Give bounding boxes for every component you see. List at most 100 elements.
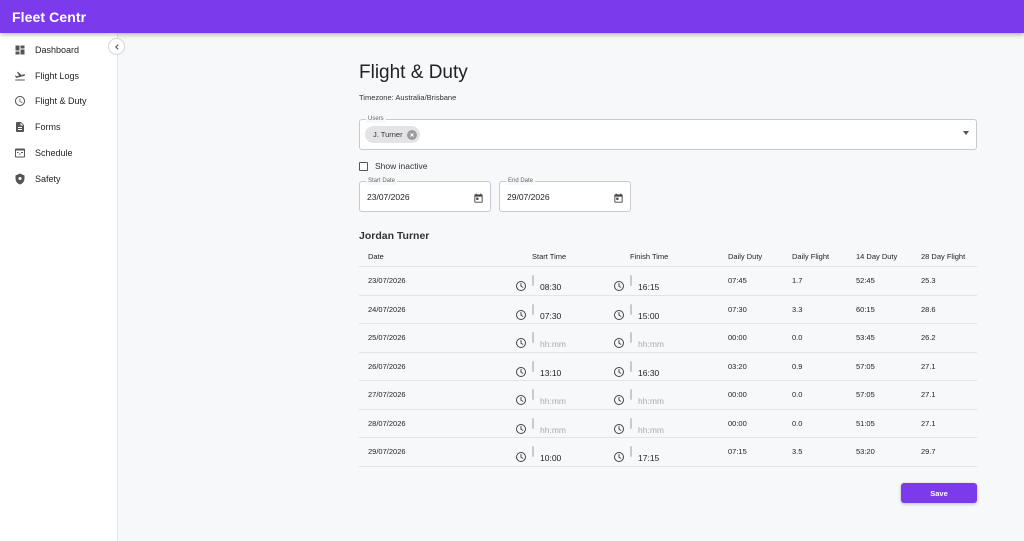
duty-14-day-cell: 51:05 xyxy=(856,418,875,428)
flight-28-day-cell: 27.1 xyxy=(921,361,936,371)
users-select[interactable]: Users J. Turner xyxy=(359,115,977,150)
save-button[interactable]: Save xyxy=(901,483,977,503)
date-cell: 26/07/2026 xyxy=(368,361,406,371)
clock-icon[interactable] xyxy=(613,337,625,349)
daily-flight-cell: 1.7 xyxy=(792,276,803,286)
sidebar-item-dashboard[interactable]: Dashboard xyxy=(0,37,117,63)
sidebar-item-safety[interactable]: Safety xyxy=(0,166,117,192)
daily-flight-cell: 3.3 xyxy=(792,304,803,314)
sidebar: Dashboard Flight Logs Flight & Duty Form… xyxy=(0,33,118,541)
duty-14-day-cell: 57:05 xyxy=(856,390,875,400)
flight-28-day-cell: 29.7 xyxy=(921,447,936,457)
show-inactive-checkbox[interactable] xyxy=(359,161,368,171)
table-row: 27/07/2026 hh:mm hh:mm 00:00 0.0 57:05 27.1 xyxy=(359,381,977,410)
clock-icon[interactable] xyxy=(613,451,625,463)
start-time-input[interactable]: 07:30 xyxy=(516,303,561,321)
clock-icon[interactable] xyxy=(515,366,527,378)
finish-time-input[interactable]: 16:15 xyxy=(614,275,659,292)
duty-table: Date Start Time Finish Time Daily Duty D… xyxy=(359,246,977,467)
remove-chip-icon[interactable] xyxy=(406,129,417,140)
col-header-daily-flight: Daily Flight xyxy=(792,251,830,261)
start-time-value: hh:mm xyxy=(540,424,566,435)
daily-duty-cell: 00:00 xyxy=(728,418,747,428)
sidebar-item-flight-logs[interactable]: Flight Logs xyxy=(0,63,117,89)
duty-14-day-cell: 57:05 xyxy=(856,361,875,371)
daily-flight-cell: 0.9 xyxy=(792,361,803,371)
duty-14-day-cell: 53:20 xyxy=(856,447,875,457)
clock-icon[interactable] xyxy=(515,394,527,406)
finish-time-cell: hh:mm xyxy=(614,332,728,349)
finish-time-input[interactable]: 16:30 xyxy=(614,360,659,378)
date-cell: 29/07/2026 xyxy=(368,447,406,457)
col-header-finish-time: Finish Time xyxy=(630,251,669,261)
daily-duty-cell: 00:00 xyxy=(728,333,747,343)
flight-28-day-cell: 27.1 xyxy=(921,418,936,428)
user-chip-label: J. Turner xyxy=(373,130,403,139)
sidebar-item-label: Schedule xyxy=(35,148,73,159)
clock-icon[interactable] xyxy=(613,394,625,406)
shield-icon xyxy=(14,173,26,185)
start-time-input[interactable]: hh:mm xyxy=(516,332,566,349)
finish-time-value: 16:30 xyxy=(638,367,660,378)
date-cell: 28/07/2026 xyxy=(368,418,406,428)
clock-icon[interactable] xyxy=(515,337,527,349)
start-time-input[interactable]: hh:mm xyxy=(516,389,566,406)
daily-duty-cell: 00:00 xyxy=(728,390,747,400)
start-date-field[interactable]: Start Date 23/07/2026 xyxy=(359,177,491,212)
calendar-icon[interactable] xyxy=(473,191,484,203)
dashboard-icon xyxy=(14,44,26,56)
finish-time-value: hh:mm xyxy=(638,396,664,407)
clock-icon[interactable] xyxy=(515,309,527,321)
duty-14-day-cell: 52:45 xyxy=(856,276,875,286)
daily-flight-cell: 0.0 xyxy=(792,418,803,428)
finish-time-input[interactable]: 15:00 xyxy=(614,303,659,321)
sidebar-item-flight-duty[interactable]: Flight & Duty xyxy=(0,89,117,115)
table-row: 29/07/2026 10:00 17:15 07:15 3.5 53:20 29.7 xyxy=(359,438,977,467)
date-range: Start Date 23/07/2026 End Date 29/07/202… xyxy=(359,177,977,212)
finish-time-input[interactable]: hh:mm xyxy=(614,332,664,349)
clock-icon[interactable] xyxy=(613,309,625,321)
user-chip[interactable]: J. Turner xyxy=(365,126,420,143)
table-row: 24/07/2026 07:30 15:00 07:30 3.3 60:15 28.6 xyxy=(359,296,977,324)
sidebar-item-label: Flight Logs xyxy=(35,70,80,81)
flight-28-day-cell: 26.2 xyxy=(921,333,936,343)
calendar-schedule-icon xyxy=(14,147,26,159)
table-row: 25/07/2026 hh:mm hh:mm 00:00 0.0 53:45 26.2 xyxy=(359,324,977,353)
end-date-label: End Date xyxy=(506,177,536,185)
col-header-14-day-duty: 14 Day Duty xyxy=(856,251,898,261)
main-content: Flight & Duty Timezone: Australia/Brisba… xyxy=(359,62,977,467)
collapse-sidebar-button[interactable] xyxy=(108,38,125,55)
finish-time-cell: 16:15 xyxy=(614,275,728,292)
table-row: 23/07/2026 08:30 16:15 07:45 1.7 52:45 25.3 xyxy=(359,267,977,296)
dropdown-arrow-icon[interactable] xyxy=(963,131,969,135)
table-row: 28/07/2026 hh:mm hh:mm 00:00 0.0 51:05 27.1 xyxy=(359,410,977,438)
start-time-input[interactable]: hh:mm xyxy=(516,417,566,435)
date-cell: 27/07/2026 xyxy=(368,390,406,400)
clock-icon[interactable] xyxy=(515,280,527,292)
finish-time-cell: hh:mm xyxy=(614,389,728,406)
clock-icon[interactable] xyxy=(515,451,527,463)
sidebar-item-label: Safety xyxy=(35,173,61,184)
clock-icon[interactable] xyxy=(613,366,625,378)
finish-time-input[interactable]: 17:15 xyxy=(614,446,659,463)
start-time-input[interactable]: 10:00 xyxy=(516,446,561,463)
sidebar-item-forms[interactable]: Forms xyxy=(0,114,117,140)
finish-time-input[interactable]: hh:mm xyxy=(614,417,664,435)
page-title: Flight & Duty xyxy=(359,62,468,83)
calendar-icon[interactable] xyxy=(613,191,624,203)
end-date-field[interactable]: End Date 29/07/2026 xyxy=(499,177,631,212)
finish-time-input[interactable]: hh:mm xyxy=(614,389,664,406)
clock-icon[interactable] xyxy=(613,423,625,435)
clock-icon[interactable] xyxy=(613,280,625,292)
col-header-28-day-flight: 28 Day Flight xyxy=(921,251,966,261)
duty-14-day-cell: 60:15 xyxy=(856,304,875,314)
finish-time-value: hh:mm xyxy=(638,424,664,435)
clock-icon[interactable] xyxy=(515,423,527,435)
flight-28-day-cell: 28.6 xyxy=(921,304,936,314)
sidebar-item-schedule[interactable]: Schedule xyxy=(0,140,117,166)
finish-time-value: 17:15 xyxy=(638,453,660,464)
sidebar-item-label: Dashboard xyxy=(35,44,80,55)
start-time-input[interactable]: 08:30 xyxy=(516,275,561,292)
start-time-input[interactable]: 13:10 xyxy=(516,360,561,378)
duty-14-day-cell: 53:45 xyxy=(856,333,875,343)
